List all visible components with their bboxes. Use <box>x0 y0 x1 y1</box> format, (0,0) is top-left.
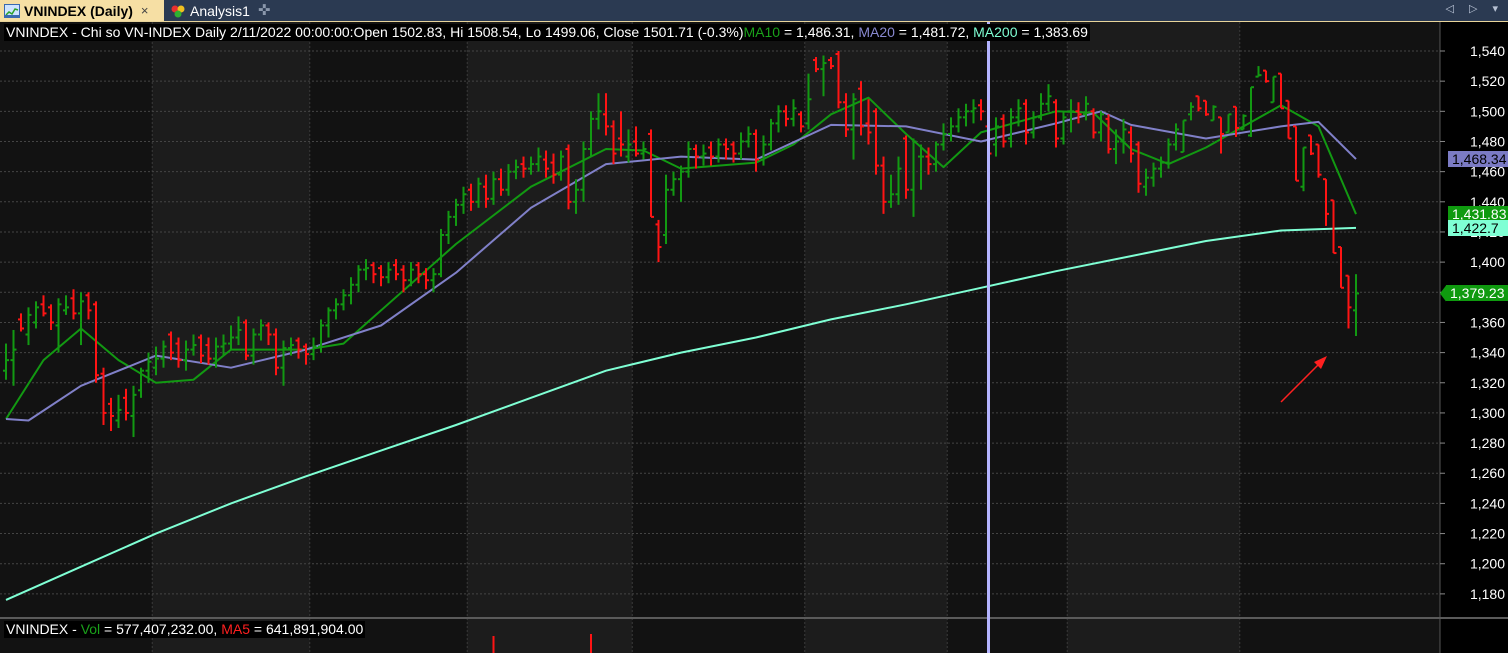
ma200-value: = 1,383.69 <box>1017 24 1088 40</box>
volume-prefix: VNINDEX - <box>6 621 81 637</box>
axis-tick-label: 1,400 <box>1470 254 1505 270</box>
vol-value: = 577,407,232.00, <box>100 621 222 637</box>
axis-tick-label: 1,200 <box>1470 556 1505 572</box>
ma10-label: MA10 <box>743 24 781 40</box>
pane-separator <box>0 617 1508 619</box>
chart-header: VNINDEX - Chi so VN-INDEX Daily 2/11/202… <box>4 24 1090 41</box>
axis-tick-label: 1,500 <box>1470 103 1505 119</box>
axis-tick-label: 1,220 <box>1470 526 1505 542</box>
header-prefix: VNINDEX - Chi so VN-INDEX Daily 2/11/202… <box>6 24 744 40</box>
axis-tick-label: 1,540 <box>1470 43 1505 59</box>
ma20-label: MA20 <box>858 24 895 40</box>
ma5-label: MA5 <box>221 621 251 637</box>
vol-label: Vol <box>80 621 101 637</box>
close-last-tag: 1,379.23 <box>1446 285 1508 302</box>
axis-tick-label: 1,320 <box>1470 375 1505 391</box>
axis-tick-label: 1,180 <box>1470 586 1505 602</box>
axis-tick-label: 1,260 <box>1470 465 1505 481</box>
axis-tick-label: 1,300 <box>1470 405 1505 421</box>
axis-tick-label: 1,240 <box>1470 495 1505 511</box>
axis-tick-label: 1,280 <box>1470 435 1505 451</box>
ma200-last-tag: 1,422.7 <box>1448 219 1508 236</box>
volume-header: VNINDEX - Vol = 577,407,232.00, MA5 = 64… <box>4 621 366 638</box>
ma20-value: = 1,481.72, <box>894 24 974 40</box>
price-chart[interactable]: 1,180 1,200 1,220 1,240 1,260 1,280 1,300 1,320… <box>0 0 1508 653</box>
axis-tick-label: 1,360 <box>1470 314 1505 330</box>
axis-tick-label: 1,520 <box>1470 73 1505 89</box>
ma200-label: MA200 <box>973 24 1018 40</box>
month-band <box>467 22 633 653</box>
axis-tick-label: 1,480 <box>1470 133 1505 149</box>
ma5-value: = 641,891,904.00 <box>250 621 364 637</box>
ma10-value: = 1,486.31, <box>780 24 859 40</box>
ma20-last-tag: 1,468.34 <box>1448 151 1508 168</box>
axis-tick-label: 1,340 <box>1470 345 1505 361</box>
